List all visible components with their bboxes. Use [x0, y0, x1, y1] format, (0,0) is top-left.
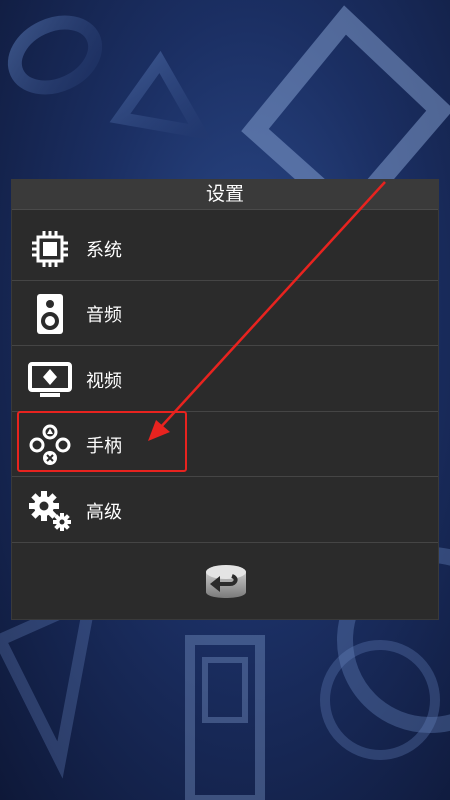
- cpu-chip-icon: [26, 225, 74, 273]
- menu-item-label: 音频: [86, 304, 122, 326]
- menu-item-label: 高级: [86, 501, 122, 523]
- menu-item-system[interactable]: 系统: [12, 217, 438, 281]
- dialog-title: 设置: [12, 180, 438, 210]
- menu-item-video[interactable]: 视频: [12, 348, 438, 412]
- gears-icon: [26, 487, 74, 535]
- settings-dialog: 设置 系统 音频 视频 手柄 高级: [11, 179, 439, 620]
- monitor-icon: [26, 356, 74, 404]
- back-arrow-icon: [206, 565, 246, 598]
- speaker-icon: [26, 290, 74, 338]
- menu-item-advanced[interactable]: 高级: [12, 479, 438, 543]
- background-triangle-lower-shape: [0, 589, 99, 779]
- menu-item-audio[interactable]: 音频: [12, 282, 438, 346]
- background-cross-shape: [185, 635, 265, 800]
- back-button[interactable]: [200, 558, 252, 606]
- annotation-highlight-box: [17, 411, 187, 472]
- background-circle-shape: [7, 15, 103, 95]
- background-triangle-shape: [109, 50, 212, 141]
- menu-item-label: 视频: [86, 370, 122, 392]
- menu-item-label: 系统: [86, 239, 122, 261]
